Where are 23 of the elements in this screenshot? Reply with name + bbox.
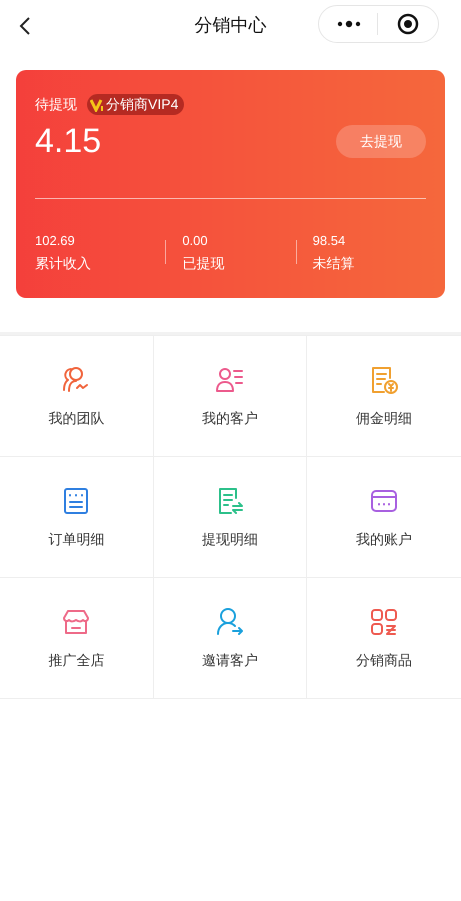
menu-item[interactable]: 我的账户 xyxy=(307,456,461,577)
menu-item[interactable]: 我的客户 xyxy=(154,335,308,456)
balance-amount: 4.15 xyxy=(35,121,102,161)
stat-value: 98.54 xyxy=(312,232,346,250)
menu-item[interactable]: 我的团队 xyxy=(0,335,154,456)
menu-item[interactable]: 分销商品 xyxy=(307,577,461,698)
stat-label: 累计收入 xyxy=(35,254,91,272)
menu-item[interactable]: 邀请客户 xyxy=(154,577,308,698)
stat-label: 未结算 xyxy=(312,254,355,272)
vip-badge: 分销商VIP4 xyxy=(87,94,184,115)
balance-label: 待提现 xyxy=(35,95,77,114)
menu-item[interactable]: 提现明细 xyxy=(154,456,308,577)
menu-item[interactable]: 佣金明细 xyxy=(307,335,461,456)
menu-item[interactable]: 推广全店 xyxy=(0,577,154,698)
back-icon[interactable] xyxy=(19,16,31,36)
more-icon[interactable] xyxy=(337,20,361,28)
stat-label: 已提现 xyxy=(182,254,224,272)
stat-value: 0.00 xyxy=(182,232,209,250)
close-icon[interactable] xyxy=(397,13,419,35)
stat-value: 102.69 xyxy=(35,232,76,250)
vip-icon xyxy=(90,98,106,112)
page-title: 分销中心 xyxy=(194,14,266,36)
menu-item[interactable]: 订单明细 xyxy=(0,456,154,577)
